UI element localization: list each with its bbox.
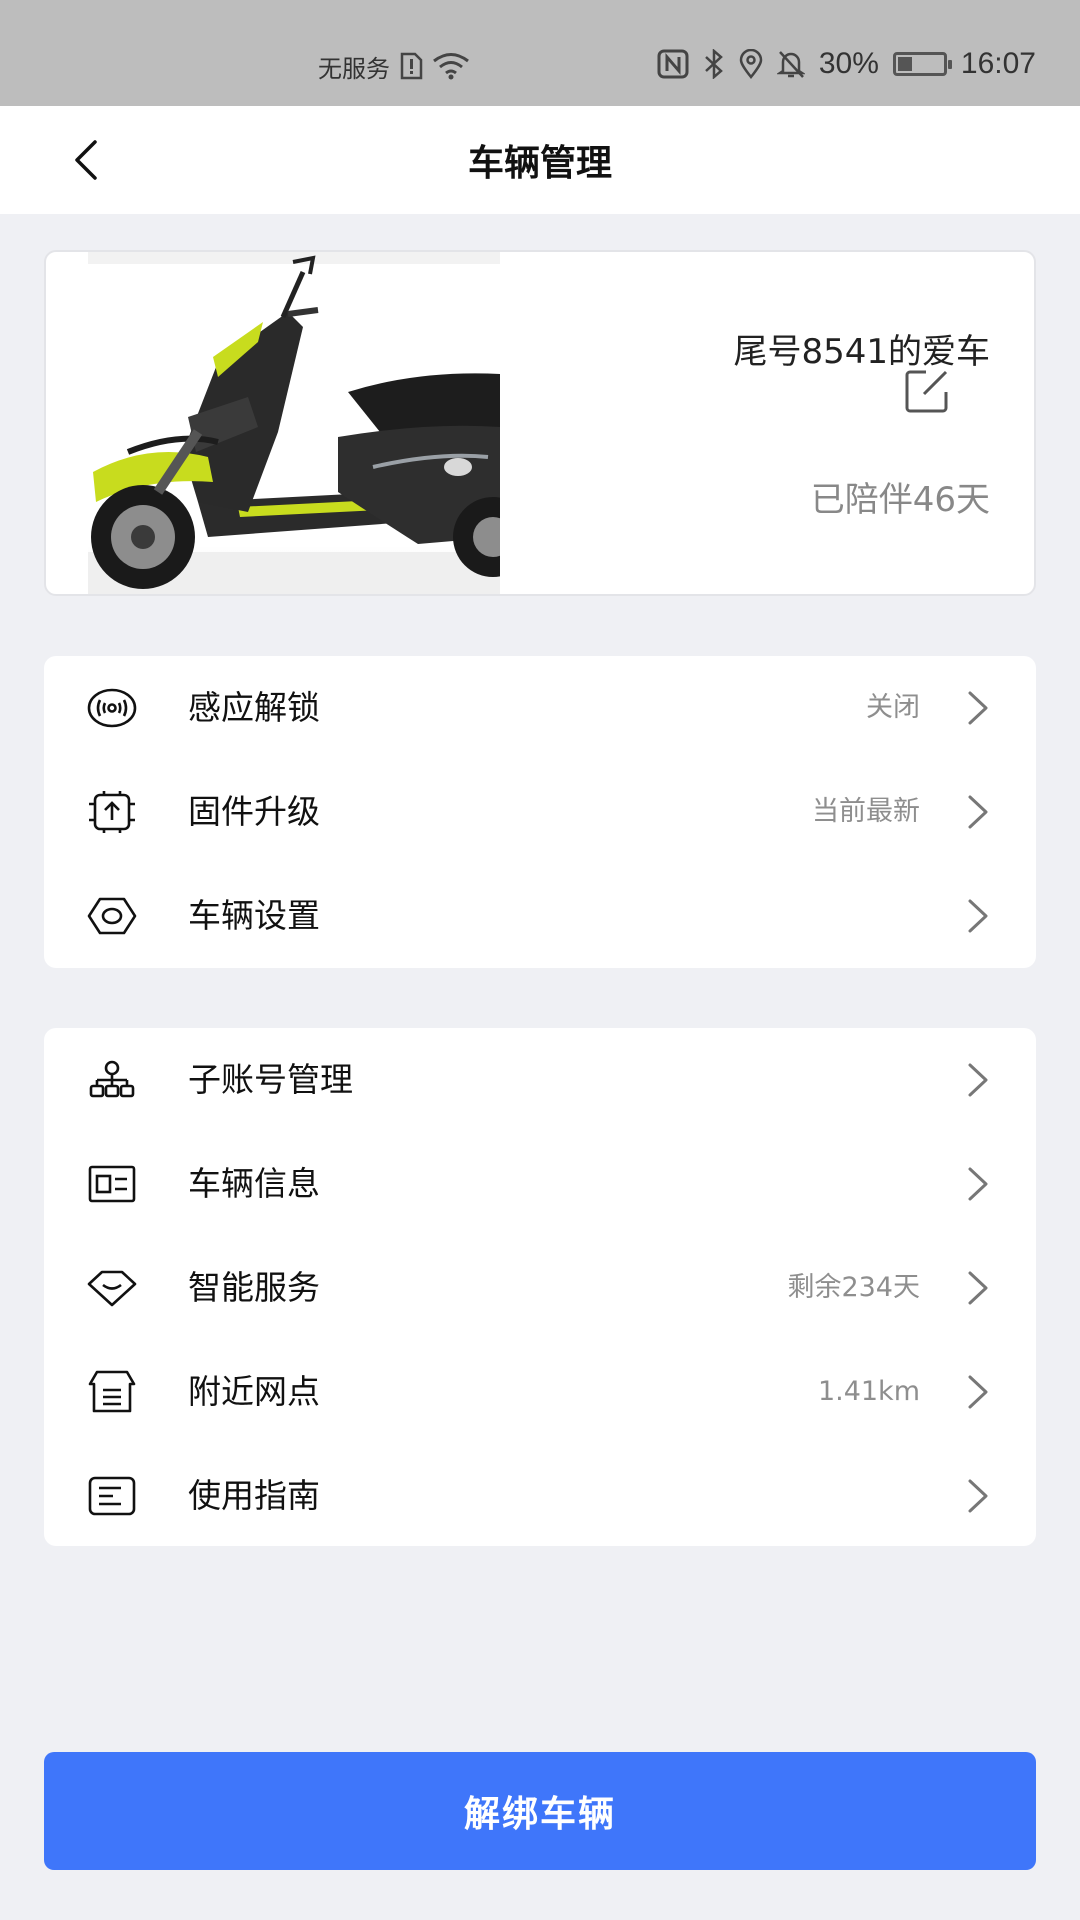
chevron-right-icon [968, 795, 988, 829]
menu-item-nearby-stores[interactable]: 附近网点 1.41km [44, 1340, 1036, 1444]
vehicle-name: 尾号8541的爱车 [733, 332, 990, 372]
menu-label: 附近网点 [188, 1372, 320, 1411]
menu-item-proximity-unlock[interactable]: 感应解锁 关闭 [44, 656, 1036, 760]
vehicle-card[interactable]: 尾号8541的爱车 已陪伴46天 [44, 250, 1036, 596]
hex-nut-icon [86, 894, 138, 938]
menu-label: 车辆信息 [188, 1164, 320, 1203]
menu-label: 车辆设置 [188, 896, 320, 935]
diamond-icon [86, 1266, 138, 1310]
top-nav-bar: 车辆管理 [0, 106, 1080, 214]
chevron-right-icon [968, 1479, 988, 1513]
menu-label: 感应解锁 [188, 688, 320, 727]
nfc-icon [657, 49, 689, 79]
chevron-right-icon [968, 1167, 988, 1201]
unbind-vehicle-button[interactable]: 解绑车辆 [44, 1752, 1036, 1870]
firmware-chip-icon [86, 790, 138, 834]
edit-icon [905, 370, 948, 413]
menu-group-services: 子账号管理 车辆信息 智能服务 剩余234天 附近网点 1.41km 使用指南 [44, 1028, 1036, 1546]
sim-alert-icon [398, 52, 424, 80]
menu-item-vehicle-info[interactable]: 车辆信息 [44, 1132, 1036, 1236]
edit-name-button[interactable] [904, 368, 950, 414]
menu-item-sub-accounts[interactable]: 子账号管理 [44, 1028, 1036, 1132]
guide-doc-icon [86, 1474, 138, 1518]
chevron-right-icon [968, 899, 988, 933]
menu-group-vehicle-control: 感应解锁 关闭 固件升级 当前最新 车辆设置 [44, 656, 1036, 968]
menu-item-firmware-upgrade[interactable]: 固件升级 当前最新 [44, 760, 1036, 864]
menu-item-user-guide[interactable]: 使用指南 [44, 1444, 1036, 1548]
scooter-photo [88, 252, 533, 594]
menu-label: 子账号管理 [188, 1060, 353, 1099]
battery-charging-icon [892, 52, 952, 76]
chevron-right-icon [968, 691, 988, 725]
id-card-icon [86, 1162, 138, 1206]
proximity-icon [86, 686, 138, 730]
clock: 16:07 [960, 47, 1036, 80]
menu-item-smart-service[interactable]: 智能服务 剩余234天 [44, 1236, 1036, 1340]
menu-value: 当前最新 [812, 796, 920, 827]
menu-label: 智能服务 [188, 1268, 320, 1307]
location-icon [739, 49, 763, 79]
menu-value: 关闭 [866, 692, 920, 723]
chevron-right-icon [968, 1063, 988, 1097]
org-tree-icon [86, 1058, 138, 1102]
status-left: 无服务 [318, 46, 470, 86]
bluetooth-icon [703, 49, 725, 79]
store-icon [86, 1370, 138, 1414]
battery-percent: 30% [818, 47, 879, 80]
wifi-icon [432, 52, 470, 80]
menu-value: 剩余234天 [787, 1272, 920, 1303]
mute-bell-icon [776, 49, 805, 79]
chevron-right-icon [968, 1271, 988, 1305]
carrier-text: 无服务 [318, 55, 390, 83]
status-right: 30% 16:07 [657, 44, 1036, 84]
menu-label: 使用指南 [188, 1476, 320, 1515]
menu-item-vehicle-settings[interactable]: 车辆设置 [44, 864, 1036, 968]
menu-label: 固件升级 [188, 792, 320, 831]
menu-value: 1.41km [817, 1376, 920, 1407]
companion-days: 已陪伴46天 [810, 480, 990, 520]
page-title: 车辆管理 [467, 143, 612, 184]
status-bar: 无服务 30% 16:07 [0, 0, 1080, 106]
chevron-right-icon [968, 1375, 988, 1409]
